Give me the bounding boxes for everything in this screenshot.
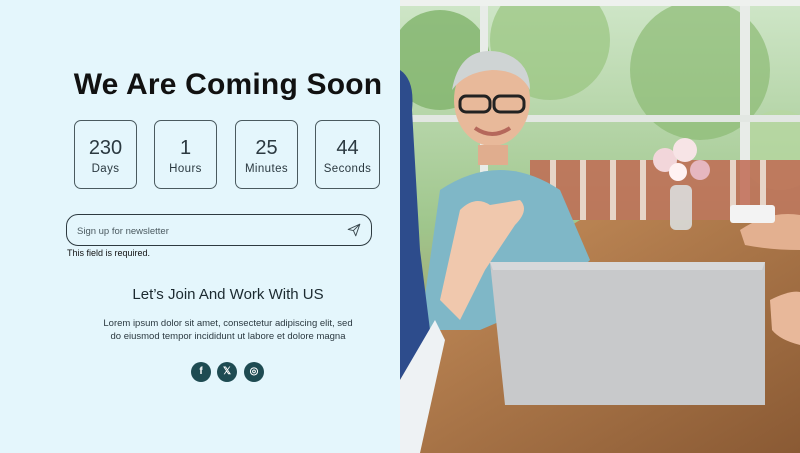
countdown-days-value: 230 [88,137,123,159]
countdown-days: 230 Days [74,120,137,189]
newsletter-form [66,214,372,246]
content-panel: We Are Coming Soon 230 Days 1 Hours 25 M… [0,0,400,453]
office-meeting-image [400,0,800,453]
countdown-hours-label: Hours [169,163,202,175]
countdown-seconds-value: 44 [336,137,359,159]
coming-soon-page: We Are Coming Soon 230 Days 1 Hours 25 M… [0,0,800,453]
countdown-hours: 1 Hours [154,120,217,189]
hero-photo [400,0,800,453]
countdown-seconds-label: Seconds [323,163,372,175]
countdown-hours-value: 1 [179,137,192,159]
countdown-seconds: 44 Seconds [315,120,380,189]
send-icon[interactable] [347,223,361,237]
instagram-icon[interactable]: ◎ [244,362,264,382]
page-title: We Are Coming Soon [73,68,383,101]
countdown-days-label: Days [91,163,120,175]
join-heading: Let’s Join And Work With US [132,286,324,303]
countdown-minutes-value: 25 [255,137,278,159]
newsletter-error-message: This field is required. [67,248,151,258]
countdown-minutes-label: Minutes [244,163,289,175]
x-icon[interactable]: 𝕏 [217,362,237,382]
join-description-line-2: do eiusmod tempor incididunt ut labore e… [110,330,346,342]
newsletter-email-input[interactable] [75,221,329,241]
join-description-line-1: Lorem ipsum dolor sit amet, consectetur … [103,318,353,329]
countdown: 230 Days 1 Hours 25 Minutes 44 Seconds [74,120,382,190]
countdown-minutes: 25 Minutes [235,120,298,189]
join-description: Lorem ipsum dolor sit amet, consectetur … [0,318,456,343]
facebook-icon[interactable]: f [191,362,211,382]
